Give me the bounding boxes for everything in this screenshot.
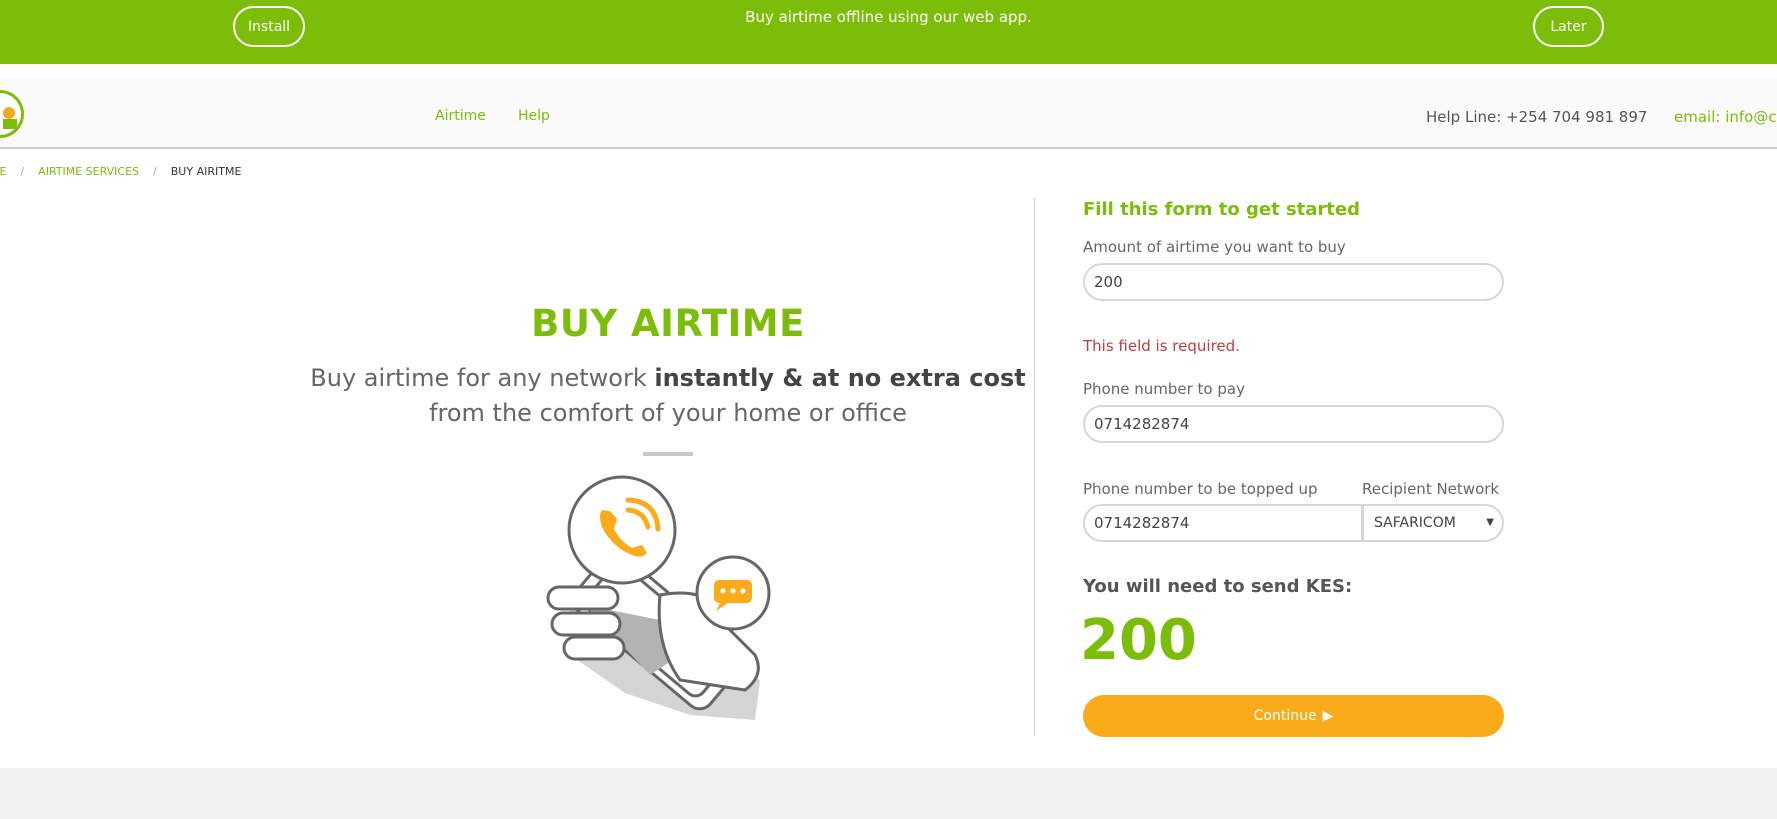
main-navbar: Airtime Help Help Line: +254 704 981 897…: [0, 78, 1777, 149]
install-banner: Install Buy airtime offline using our we…: [0, 0, 1777, 64]
nav-link-help[interactable]: Help: [518, 108, 550, 124]
topup-phone-input[interactable]: [1083, 504, 1363, 542]
network-select[interactable]: SAFARICOM ▼: [1362, 504, 1504, 542]
pay-phone-label: Phone number to pay: [1083, 380, 1245, 398]
phone-in-hand-illustration: [546, 475, 771, 720]
breadcrumb-airtime-services[interactable]: AIRTIME SERVICES: [38, 165, 139, 178]
hero-divider: [643, 452, 693, 456]
form-title: Fill this form to get started: [1083, 199, 1360, 220]
continue-button-label: Continue: [1253, 708, 1317, 724]
send-amount-value: 200: [1080, 608, 1197, 673]
topup-phone-label: Phone number to be topped up: [1083, 480, 1318, 498]
column-divider: [1034, 198, 1035, 736]
dropdown-arrow-icon: ▼: [1486, 517, 1494, 528]
breadcrumb: ME / AIRTIME SERVICES / BUY AIRITME: [0, 165, 241, 178]
amount-error-message: This field is required.: [1083, 337, 1240, 355]
hero-subtitle-text-2: from the comfort of your home or office: [429, 399, 907, 427]
breadcrumb-separator: /: [153, 165, 157, 178]
email-link[interactable]: email: info@ch: [1674, 108, 1777, 126]
amount-label: Amount of airtime you want to buy: [1083, 238, 1346, 256]
later-button[interactable]: Later: [1533, 6, 1604, 47]
send-amount-label: You will need to send KES:: [1083, 576, 1353, 597]
hero-subtitle: Buy airtime for any network instantly & …: [300, 361, 1036, 431]
breadcrumb-current: BUY AIRITME: [170, 165, 242, 178]
helpline-text: Help Line: +254 704 981 897: [1426, 108, 1648, 126]
pay-phone-input[interactable]: [1083, 405, 1504, 443]
breadcrumb-home[interactable]: ME: [0, 165, 6, 178]
nav-link-airtime[interactable]: Airtime: [435, 108, 486, 124]
footer: [0, 768, 1777, 819]
amount-input[interactable]: [1083, 263, 1504, 301]
hero-subtitle-text: Buy airtime for any network: [310, 364, 655, 392]
play-arrow-icon: ▶: [1322, 708, 1334, 724]
hero-subtitle-emphasis: instantly & at no extra cost: [654, 364, 1026, 392]
logo-icon[interactable]: [0, 90, 24, 138]
breadcrumb-separator: /: [20, 165, 25, 178]
network-label: Recipient Network: [1362, 480, 1500, 498]
continue-button[interactable]: Continue ▶: [1083, 695, 1504, 737]
network-select-value: SAFARICOM: [1374, 515, 1456, 531]
banner-message: Buy airtime offline using our web app.: [745, 8, 1032, 26]
